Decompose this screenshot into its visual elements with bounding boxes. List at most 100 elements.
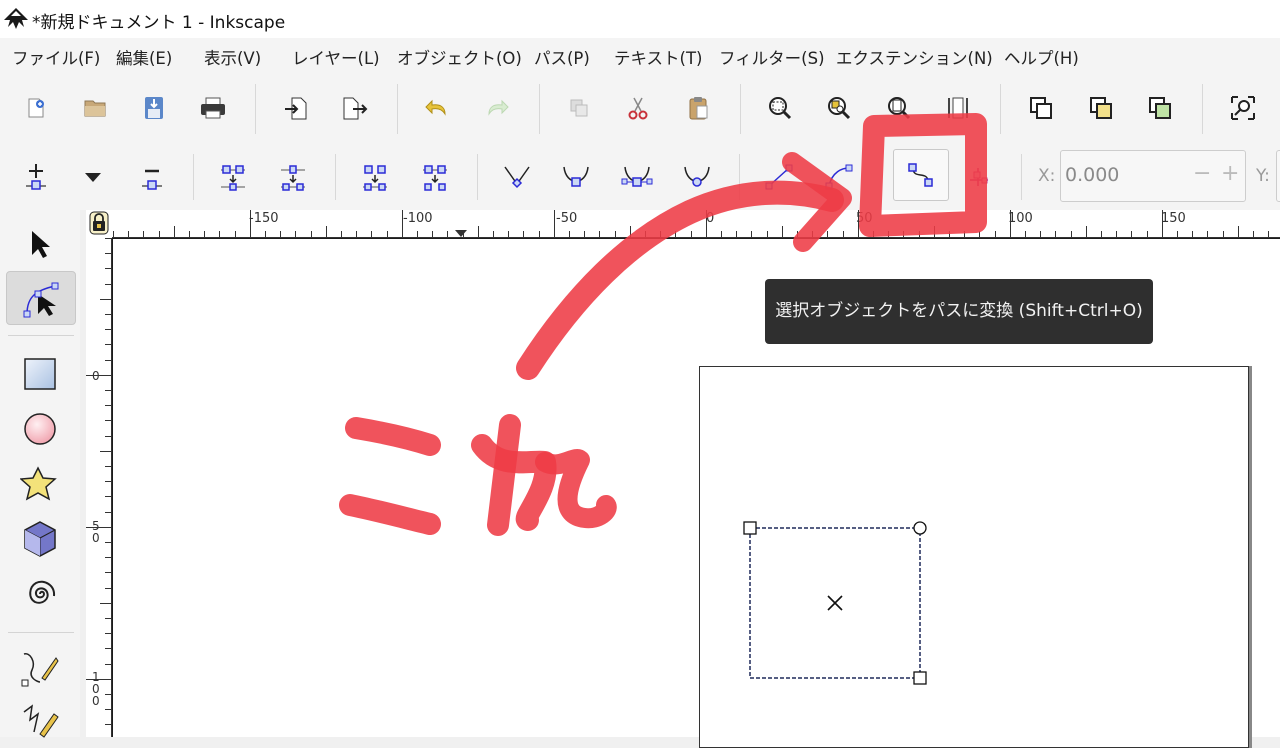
ruler-label: 0 [92,369,100,383]
star-icon [20,466,57,501]
new-document-button[interactable] [19,91,53,125]
insert-node-dropdown[interactable] [76,160,110,194]
join-nodes-button[interactable] [216,160,250,194]
scissors-icon [628,97,648,120]
zoom-drawing-button[interactable] [822,91,856,125]
ellipse-tool[interactable] [10,405,70,453]
menu-extensions[interactable]: エクステンション(N) [836,45,993,69]
menu-help[interactable]: ヘルプ(H) [1004,45,1079,69]
toolbox-separator [8,632,74,633]
menu-object[interactable]: オブジェクト(O) [397,45,522,69]
pencil-icon [23,704,59,738]
cut-button[interactable] [621,91,655,125]
stroke-to-path-button[interactable] [962,160,996,194]
menu-text[interactable]: テキスト(T) [614,45,702,69]
3d-box-icon [24,521,56,557]
corner-radius-handle[interactable] [913,521,927,535]
break-path-icon [281,165,305,191]
object-to-path-button[interactable] [893,149,949,201]
x-coordinate-field[interactable]: 0.000 − + [1060,150,1246,202]
menu-file[interactable]: ファイル(F) [12,45,100,69]
menu-layer[interactable]: レイヤー(L) [292,45,380,69]
ruler-label: -50 [556,211,578,226]
save-icon [145,97,163,119]
3d-box-tool[interactable] [10,515,70,563]
delete-node-icon [142,169,162,190]
ruler-label: 150 [1161,211,1186,226]
ruler-lock[interactable] [86,210,112,238]
paste-button[interactable] [681,91,715,125]
clone-button[interactable] [1084,91,1118,125]
break-path-button[interactable] [276,160,310,194]
toolbar-separator [255,84,256,134]
corner-handle[interactable] [743,521,757,535]
undo-icon [425,99,446,116]
pen-tool[interactable] [10,644,70,692]
duplicate-button[interactable] [1024,91,1058,125]
x-coordinate-label: X: [1038,166,1056,186]
toolbar-separator [1000,84,1001,134]
undo-button[interactable] [420,91,454,125]
copy-button[interactable] [562,91,596,125]
resize-handle[interactable] [913,671,927,685]
insert-node-button[interactable] [19,160,53,194]
printer-icon [201,97,225,119]
selected-rectangle[interactable] [736,516,936,692]
smooth-node-button[interactable] [559,160,593,194]
vertical-ruler[interactable]: 0 5 0 1 0 0 [86,238,112,737]
join-segment-button[interactable] [358,160,392,194]
zoom-selection-button[interactable] [763,91,797,125]
insert-node-icon [26,164,46,190]
menu-bar: ファイル(F) 編集(E) 表示(V) レイヤー(L) オブジェクト(O) パス… [0,38,1280,72]
auto-smooth-node-button[interactable] [680,160,714,194]
selector-tool[interactable] [10,220,70,268]
unlink-clone-button[interactable] [1143,91,1177,125]
toolbar-separator [1202,84,1203,134]
rectangle-tool[interactable] [10,350,70,398]
save-button[interactable] [137,91,171,125]
ruler-label: 0 [706,211,715,226]
x-increment-button[interactable]: + [1221,161,1239,186]
commands-toolbar [0,72,1280,144]
title-bar: *新規ドキュメント 1 - Inkscape [0,0,1280,38]
import-button[interactable] [279,91,313,125]
menu-filters[interactable]: フィルター(S) [719,45,825,69]
tool-box [0,210,80,738]
print-button[interactable] [196,91,230,125]
cusp-node-button[interactable] [500,160,534,194]
zoom-page-width-button[interactable] [941,91,975,125]
x-decrement-button[interactable]: − [1193,161,1211,186]
horizontal-ruler[interactable]: -150 -100 -50 0 50 100 150 [112,210,1280,238]
zoom-page-button[interactable] [882,91,916,125]
redo-icon [488,99,509,116]
symmetric-node-button[interactable] [620,160,654,194]
node-tool[interactable] [6,271,76,325]
pencil-tool[interactable] [10,698,70,746]
export-icon [343,97,368,120]
delete-node-button[interactable] [135,160,169,194]
menu-view[interactable]: 表示(V) [204,45,261,69]
export-button[interactable] [338,91,372,125]
spiral-tool[interactable] [10,570,70,618]
clipboard-icon [689,97,708,120]
toolbar-separator [477,154,478,200]
menu-edit[interactable]: 編集(E) [116,45,172,69]
toolbox-separator [8,335,74,336]
unlink-clone-icon [1149,97,1171,119]
vertical-ruler-ticks [86,238,112,737]
open-button[interactable] [78,91,112,125]
pen-tool-icon [21,653,59,687]
inkscape-logo-icon [3,7,29,31]
delete-segment-button[interactable] [418,160,452,194]
y-coordinate-field[interactable] [1276,150,1280,202]
segment-to-curve-button[interactable] [822,160,856,194]
toolbar-separator [397,84,398,134]
toolbar-separator [1021,154,1022,200]
segment-to-line-button[interactable] [762,160,796,194]
ruler-label: 5 0 [92,519,100,545]
menu-path[interactable]: パス(P) [534,45,590,69]
select-same-button[interactable] [1226,91,1260,125]
redo-button[interactable] [480,91,514,125]
star-tool[interactable] [10,460,70,508]
horizontal-ruler-ticks [112,210,1280,238]
